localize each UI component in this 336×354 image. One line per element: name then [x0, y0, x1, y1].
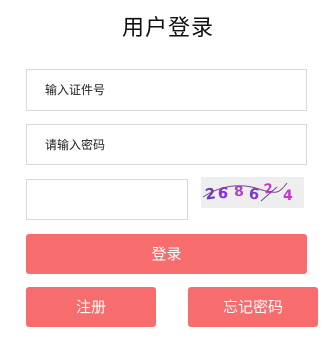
id-number-input[interactable]: [26, 69, 307, 111]
svg-text:2: 2: [263, 181, 275, 197]
captcha-glyphs: 2 6 8 6 2 4: [202, 181, 293, 204]
login-button[interactable]: 登录: [26, 234, 307, 274]
svg-text:4: 4: [283, 188, 293, 204]
svg-text:2: 2: [204, 184, 217, 203]
captcha-input[interactable]: [26, 179, 188, 220]
register-button[interactable]: 注册: [26, 287, 156, 327]
password-input[interactable]: [26, 124, 307, 165]
forgot-password-button[interactable]: 忘记密码: [188, 287, 318, 327]
page-title: 用户登录: [121, 16, 214, 41]
captcha-image[interactable]: 2 6 8 6 2 4: [201, 177, 304, 208]
